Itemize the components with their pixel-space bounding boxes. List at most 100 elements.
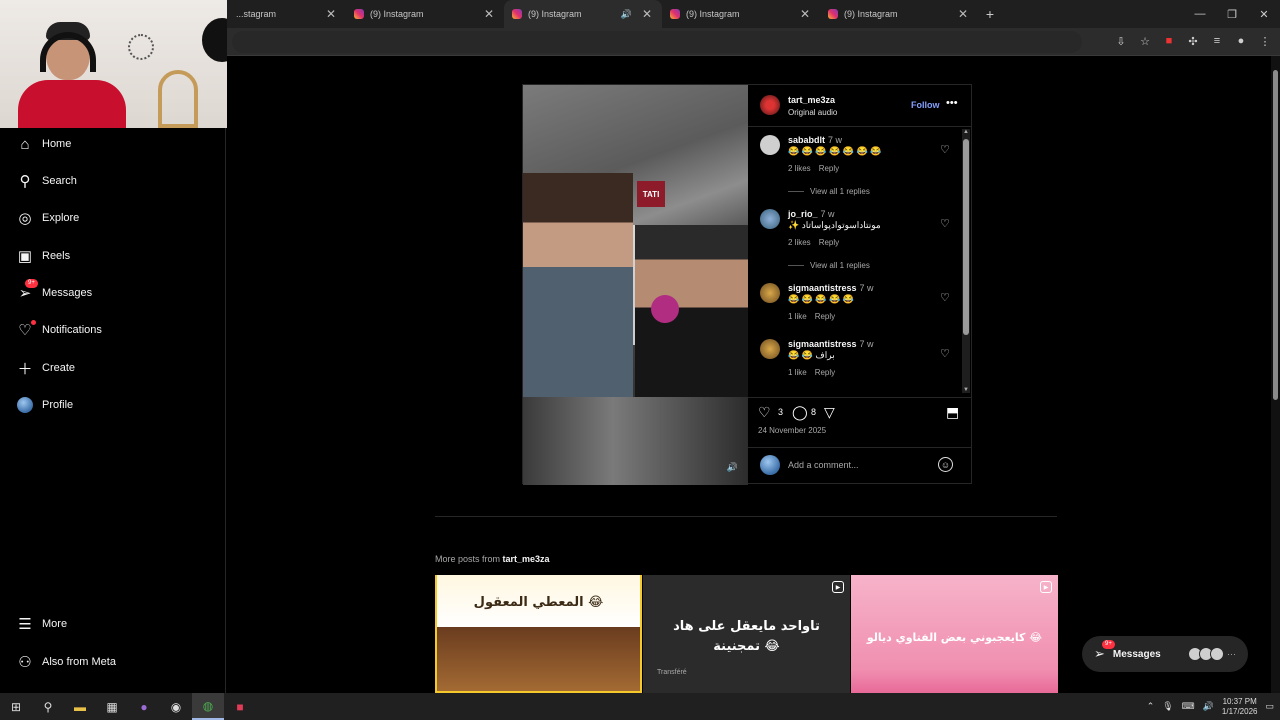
messages-icon: ➢ 9+ <box>1094 640 1115 662</box>
reply-button[interactable]: Reply <box>819 164 839 173</box>
page-scrollbar[interactable] <box>1271 56 1280 693</box>
sidebar-item-more[interactable]: ☰ More <box>16 614 67 634</box>
restore-button[interactable]: ❐ <box>1216 0 1248 28</box>
post-thumbnail[interactable]: ▶ تاواحد مايعقل على هاد تمجنينة 😂 Transf… <box>643 575 850 693</box>
comment-likes[interactable]: 2 likes <box>788 164 811 173</box>
comment-like-heart-icon[interactable]: ♡ <box>940 291 950 304</box>
scroll-up-arrow-icon[interactable]: ▲ <box>962 129 970 135</box>
network-icon[interactable]: ⌨ <box>1182 701 1195 712</box>
close-icon[interactable]: ✕ <box>798 7 812 21</box>
clock-time: 10:37 PM <box>1222 696 1257 706</box>
comment-username[interactable]: sababdlt <box>788 135 825 145</box>
bookmark-star-icon[interactable]: ☆ <box>1138 34 1152 48</box>
sidebar-item-also-from-meta[interactable]: ⚇ Also from Meta <box>16 652 116 672</box>
audio-label[interactable]: Original audio <box>788 108 837 117</box>
tab-title: (9) Instagram <box>528 9 582 19</box>
comment-username[interactable]: sigmaantistress <box>788 339 857 349</box>
more-options-icon[interactable]: ••• <box>946 97 958 109</box>
store-icon[interactable]: ▦ <box>96 693 128 720</box>
comment-like-heart-icon[interactable]: ♡ <box>940 347 950 360</box>
address-field[interactable] <box>232 31 1082 53</box>
browser-tab-3-active[interactable]: (9) Instagram 🔊 ✕ <box>504 0 662 28</box>
commenter-avatar[interactable] <box>760 135 780 155</box>
reply-button[interactable]: Reply <box>819 238 839 247</box>
sidebar-item-create[interactable]: ＋ Create <box>16 358 75 378</box>
sidebar-item-notifications[interactable]: ♡ Notifications <box>16 320 102 340</box>
like-heart-icon[interactable]: ♡ <box>758 404 771 421</box>
close-icon[interactable]: ✕ <box>956 7 970 21</box>
messages-floating-button[interactable]: ➢ 9+ Messages ··· <box>1082 636 1248 672</box>
volume-icon[interactable]: 🔊 <box>727 462 738 473</box>
commenter-avatar[interactable] <box>760 283 780 303</box>
app-red-icon[interactable]: ■ <box>224 693 256 720</box>
close-icon[interactable]: ✕ <box>640 7 654 21</box>
post-thumbnail[interactable]: المعطي المعقول 😂 <box>435 575 642 693</box>
comment-like-heart-icon[interactable]: ♡ <box>940 143 950 156</box>
taskbar-clock[interactable]: 10:37 PM 1/17/2026 <box>1222 697 1258 717</box>
reply-button[interactable]: Reply <box>815 368 835 377</box>
sidebar-item-home[interactable]: ⌂ Home <box>16 134 71 154</box>
more-posts-username[interactable]: tart_me3za <box>503 554 550 564</box>
media-controls-icon[interactable]: ≡ <box>1210 34 1224 48</box>
comment-likes[interactable]: 1 like <box>788 368 807 377</box>
comments-scrollbar[interactable]: ▲ ▼ <box>962 129 970 393</box>
browser-tab-4[interactable]: (9) Instagram ✕ <box>662 0 820 28</box>
kebab-menu-icon[interactable]: ⋮ <box>1258 34 1272 48</box>
author-username[interactable]: tart_me3za <box>788 95 835 105</box>
scroll-down-arrow-icon[interactable]: ▼ <box>962 387 970 393</box>
browser-tab-5[interactable]: (9) Instagram ✕ <box>820 0 978 28</box>
add-comment-input[interactable]: Add a comment... <box>788 460 859 470</box>
close-icon[interactable]: ✕ <box>324 7 338 21</box>
sidebar-item-messages[interactable]: ➢ 9+ Messages <box>16 279 92 303</box>
file-explorer-icon[interactable]: ▬ <box>64 693 96 720</box>
comment-item: jo_rio_ 7 w ✨ مونتاداسوتوادپواساتاد 2 lik… <box>760 209 960 270</box>
commenter-avatar[interactable] <box>760 209 780 229</box>
page-scrollbar-thumb[interactable] <box>1273 70 1278 400</box>
extension-badge-icon[interactable]: ■ <box>1162 34 1176 48</box>
view-replies-button[interactable]: View all 1 replies <box>788 261 870 270</box>
share-icon[interactable]: ▽ <box>824 404 835 421</box>
author-avatar[interactable] <box>760 95 780 115</box>
start-windows-icon[interactable]: ⊞ <box>0 693 32 720</box>
follow-button[interactable]: Follow <box>911 100 940 110</box>
close-window-button[interactable]: ✕ <box>1248 0 1280 28</box>
microphone-icon[interactable]: 🎙 <box>1162 701 1173 712</box>
search-icon[interactable]: ⚲ <box>32 693 64 720</box>
minimize-button[interactable]: — <box>1184 0 1216 28</box>
comment-bubble-icon[interactable]: ◯ <box>792 404 808 421</box>
speaker-icon[interactable]: 🔊 <box>621 9 632 20</box>
close-icon[interactable]: ✕ <box>482 7 496 21</box>
commenter-avatar[interactable] <box>760 339 780 359</box>
thumbnail-caption: تاواحد مايعقل على هاد تمجنينة 😂 <box>673 619 820 654</box>
comment-likes[interactable]: 2 likes <box>788 238 811 247</box>
comments-scrollbar-thumb[interactable] <box>963 139 969 335</box>
sidebar-item-search[interactable]: ⚲ Search <box>16 171 77 191</box>
new-tab-button[interactable]: + <box>978 0 1002 28</box>
browser-tab-2[interactable]: (9) Instagram ✕ <box>346 0 504 28</box>
volume-icon[interactable]: 🔊 <box>1203 701 1214 712</box>
tray-chevron-icon[interactable]: ⌃ <box>1147 701 1155 712</box>
extensions-puzzle-icon[interactable]: ✣ <box>1186 34 1200 48</box>
save-bookmark-icon[interactable]: ⬒ <box>946 404 959 421</box>
browser-tab-1[interactable]: ...stagram ✕ <box>228 0 346 28</box>
post-thumbnail[interactable]: ▶ كايعجبوني بعض الفتاوي ديالو 😂 <box>851 575 1058 693</box>
install-app-icon[interactable]: ⇩ <box>1114 34 1128 48</box>
sidebar-item-explore[interactable]: ◎ Explore <box>16 208 79 228</box>
app-icon[interactable]: ● <box>128 693 160 720</box>
sidebar-item-reels[interactable]: ▣ Reels <box>16 246 70 266</box>
sidebar-item-profile[interactable]: Profile <box>16 395 73 415</box>
reel-video[interactable]: TATI 🔊 <box>523 85 748 485</box>
profile-avatar-icon[interactable]: ● <box>1234 34 1248 48</box>
comment-time: 7 w <box>828 135 843 145</box>
emoji-icon[interactable]: ☺ <box>938 457 953 472</box>
notification-center-icon[interactable]: ▭ <box>1265 701 1274 712</box>
reel-icon: ▶ <box>1040 581 1052 593</box>
chrome-icon[interactable]: ◍ <box>192 693 224 720</box>
reply-button[interactable]: Reply <box>815 312 835 321</box>
comment-like-heart-icon[interactable]: ♡ <box>940 217 950 230</box>
comment-username[interactable]: jo_rio_ <box>788 209 818 219</box>
comment-likes[interactable]: 1 like <box>788 312 807 321</box>
obs-icon[interactable]: ◉ <box>160 693 192 720</box>
comment-username[interactable]: sigmaantistress <box>788 283 857 293</box>
view-replies-button[interactable]: View all 1 replies <box>788 187 870 196</box>
